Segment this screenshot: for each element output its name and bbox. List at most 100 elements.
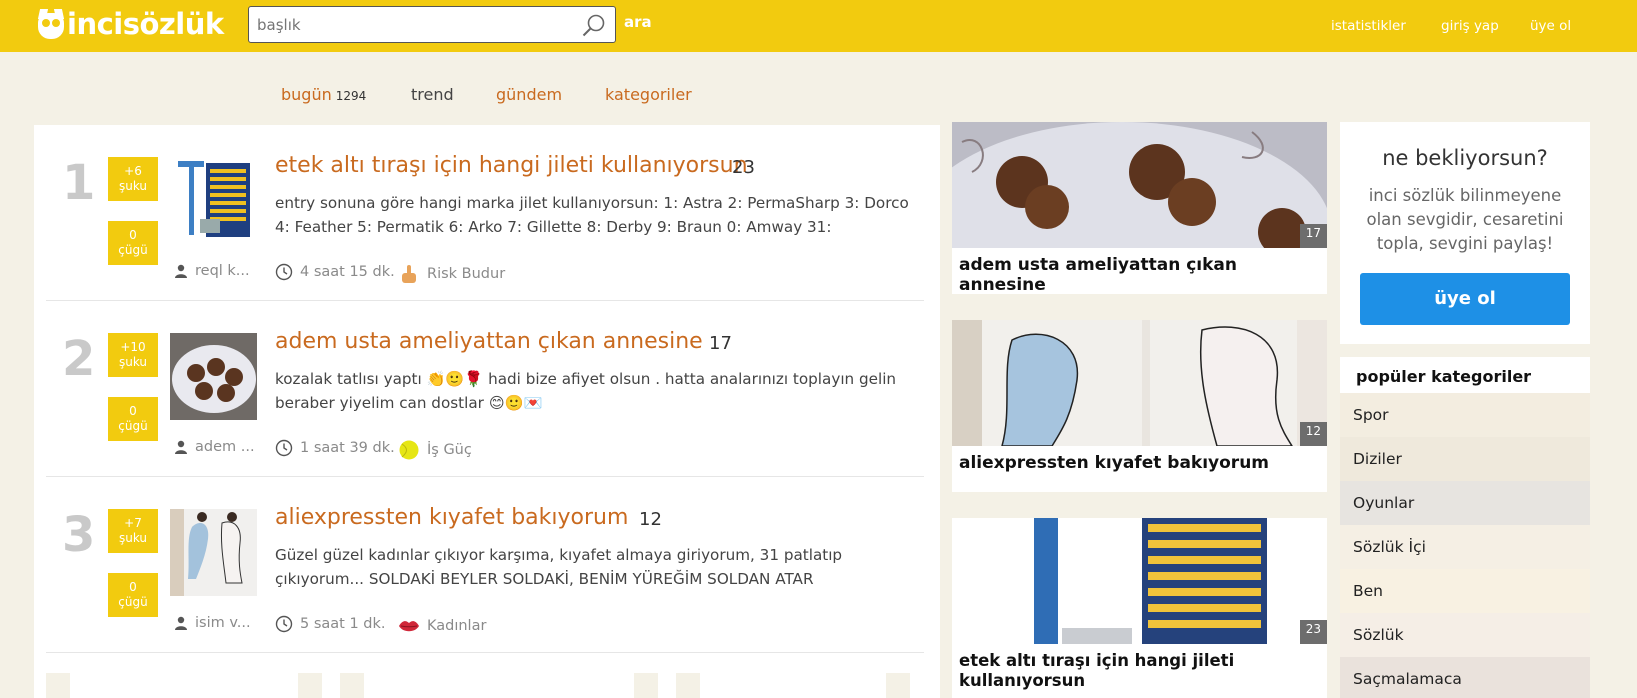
placeholder-block	[46, 673, 70, 698]
author-name: reql k...	[195, 263, 250, 279]
entry-text: Güzel güzel kadınlar çıkıyor karşıma, kı…	[275, 546, 843, 588]
category-item[interactable]: Ben	[1340, 569, 1590, 613]
entry-item: 2 +10 şuku 0 çügü adem usta ameliyattan çı…	[46, 301, 924, 477]
entry-time: 4 saat 15 dk.	[275, 263, 395, 281]
entry-author[interactable]: reql k...	[174, 263, 250, 279]
search-button[interactable]: ara	[624, 13, 652, 31]
clock-icon	[275, 439, 293, 457]
category-item[interactable]: Sözlük	[1340, 613, 1590, 657]
downvote-count: 0	[129, 404, 137, 418]
featured-card[interactable]: 23 etek altı tıraşı için hangi jileti ku…	[952, 518, 1327, 698]
category-item[interactable]: Saçmalamaca	[1340, 657, 1590, 698]
entry-time: 1 saat 39 dk.	[275, 439, 395, 457]
entry-category[interactable]: Kadınlar	[398, 615, 486, 637]
promo-text: inci sözlük bilinmeyene olan sevgidir, c…	[1366, 186, 1564, 253]
upvote-button[interactable]: +6 şuku	[108, 157, 158, 201]
downvote-button[interactable]: 0 çügü	[108, 221, 158, 265]
entry-list: 1 +6 şuku 0 çügü etek altı tıraşı için han…	[34, 125, 940, 698]
tab-today[interactable]: bugün 1294	[281, 85, 366, 104]
signup-promo: ne bekliyorsun? inci sözlük bilinmeyene …	[1340, 122, 1590, 344]
featured-card[interactable]: 17 adem usta ameliyattan çıkan annesine	[952, 122, 1327, 295]
entry-rank: 1	[62, 155, 96, 211]
entry-title-link[interactable]: aliexpressten kıyafet bakıyorum	[275, 505, 628, 530]
card-title-link[interactable]: etek altı tıraşı için hangi jileti kulla…	[959, 651, 1319, 691]
category-name: İş Güç	[427, 442, 472, 458]
popular-categories: popüler kategoriler Spor Diziler Oyunlar…	[1340, 357, 1590, 698]
time-ago: 4 saat 15 dk.	[300, 264, 395, 280]
entry-item: 3 +7 şuku 0 çügü aliexpressten kıyafet bak…	[46, 477, 924, 653]
downvote-button[interactable]: 0 çügü	[108, 573, 158, 617]
downvote-count: 0	[129, 228, 137, 242]
card-title-link[interactable]: aliexpressten kıyafet bakıyorum	[959, 453, 1319, 473]
search-input[interactable]	[257, 13, 567, 37]
tab-agenda[interactable]: gündem	[496, 85, 562, 104]
upvote-count: +10	[120, 340, 146, 354]
nav-login[interactable]: giriş yap	[1441, 18, 1499, 34]
entry-category[interactable]: İş Güç	[398, 439, 472, 461]
search-icon[interactable]	[581, 13, 607, 39]
user-icon	[175, 616, 187, 630]
upvote-button[interactable]: +7 şuku	[108, 509, 158, 553]
entry-thumbnail[interactable]	[170, 157, 257, 244]
card-count-badge: 23	[1299, 620, 1327, 644]
downvote-button[interactable]: 0 çügü	[108, 397, 158, 441]
time-ago: 1 saat 39 dk.	[300, 440, 395, 456]
tab-today-count: 1294	[335, 89, 367, 103]
signup-button[interactable]: üye ol	[1360, 273, 1570, 325]
promo-heading: ne bekliyorsun?	[1382, 146, 1548, 170]
entry-author[interactable]: isim v...	[174, 615, 251, 631]
upvote-count: +7	[124, 516, 142, 530]
entry-thumbnail[interactable]	[170, 509, 257, 596]
clock-icon	[275, 263, 293, 281]
category-item[interactable]: Spor	[1340, 393, 1590, 437]
entry-count: 23	[732, 157, 755, 178]
categories-heading: popüler kategoriler	[1356, 367, 1532, 386]
site-logo[interactable]: incisözlük	[37, 6, 224, 42]
entry-text: kozalak tatlısı yaptı 👏🙂🌹 hadi bize afiy…	[275, 370, 897, 412]
nav-register[interactable]: üye ol	[1530, 18, 1571, 34]
card-title-link[interactable]: adem usta ameliyattan çıkan annesine	[959, 255, 1319, 295]
entry-title-link[interactable]: etek altı tıraşı için hangi jileti kulla…	[275, 153, 748, 178]
card-count-badge: 17	[1299, 224, 1327, 248]
finger-icon	[402, 265, 416, 283]
card-image	[952, 518, 1327, 644]
entry-title-link[interactable]: adem usta ameliyattan çıkan annesine	[275, 329, 703, 354]
category-name: Risk Budur	[427, 266, 506, 282]
placeholder-block	[676, 673, 700, 698]
nav-statistics[interactable]: istatistikler	[1331, 18, 1406, 34]
author-name: adem ...	[195, 439, 255, 455]
entry-author[interactable]: adem ...	[174, 439, 255, 455]
category-item[interactable]: Oyunlar	[1340, 481, 1590, 525]
placeholder-block	[886, 673, 910, 698]
entry-thumbnail[interactable]	[170, 333, 257, 420]
user-icon	[175, 440, 187, 454]
entry-time: 5 saat 1 dk.	[275, 615, 386, 633]
logo-text: incisözlük	[67, 7, 224, 41]
entry-category[interactable]: Risk Budur	[398, 263, 505, 285]
lips-icon	[399, 621, 419, 632]
tab-trend[interactable]: trend	[411, 85, 454, 104]
entry-item: 1 +6 şuku 0 çügü etek altı tıraşı için han…	[46, 125, 924, 301]
category-item[interactable]: Sözlük İçi	[1340, 525, 1590, 569]
card-image	[952, 122, 1327, 248]
tennis-ball-icon	[399, 440, 419, 460]
upvote-count: +6	[124, 164, 142, 178]
entry-count: 12	[639, 509, 662, 530]
upvote-label: şuku	[118, 179, 148, 193]
placeholder-block	[298, 673, 322, 698]
category-item[interactable]: Diziler	[1340, 437, 1590, 481]
entry-rank: 3	[62, 507, 96, 563]
top-header: incisözlük ara istatistikler giriş yap ü…	[0, 0, 1637, 52]
category-name: Kadınlar	[427, 618, 487, 634]
upvote-label: şuku	[118, 355, 148, 369]
downvote-count: 0	[129, 580, 137, 594]
downvote-label: çügü	[118, 243, 148, 257]
card-count-badge: 12	[1299, 422, 1327, 446]
time-ago: 5 saat 1 dk.	[300, 616, 386, 632]
user-icon	[175, 264, 187, 278]
entry-rank: 2	[62, 331, 96, 387]
tab-categories[interactable]: kategoriler	[605, 85, 692, 104]
featured-card[interactable]: 12 aliexpressten kıyafet bakıyorum	[952, 320, 1327, 492]
upvote-button[interactable]: +10 şuku	[108, 333, 158, 377]
downvote-label: çügü	[118, 419, 148, 433]
